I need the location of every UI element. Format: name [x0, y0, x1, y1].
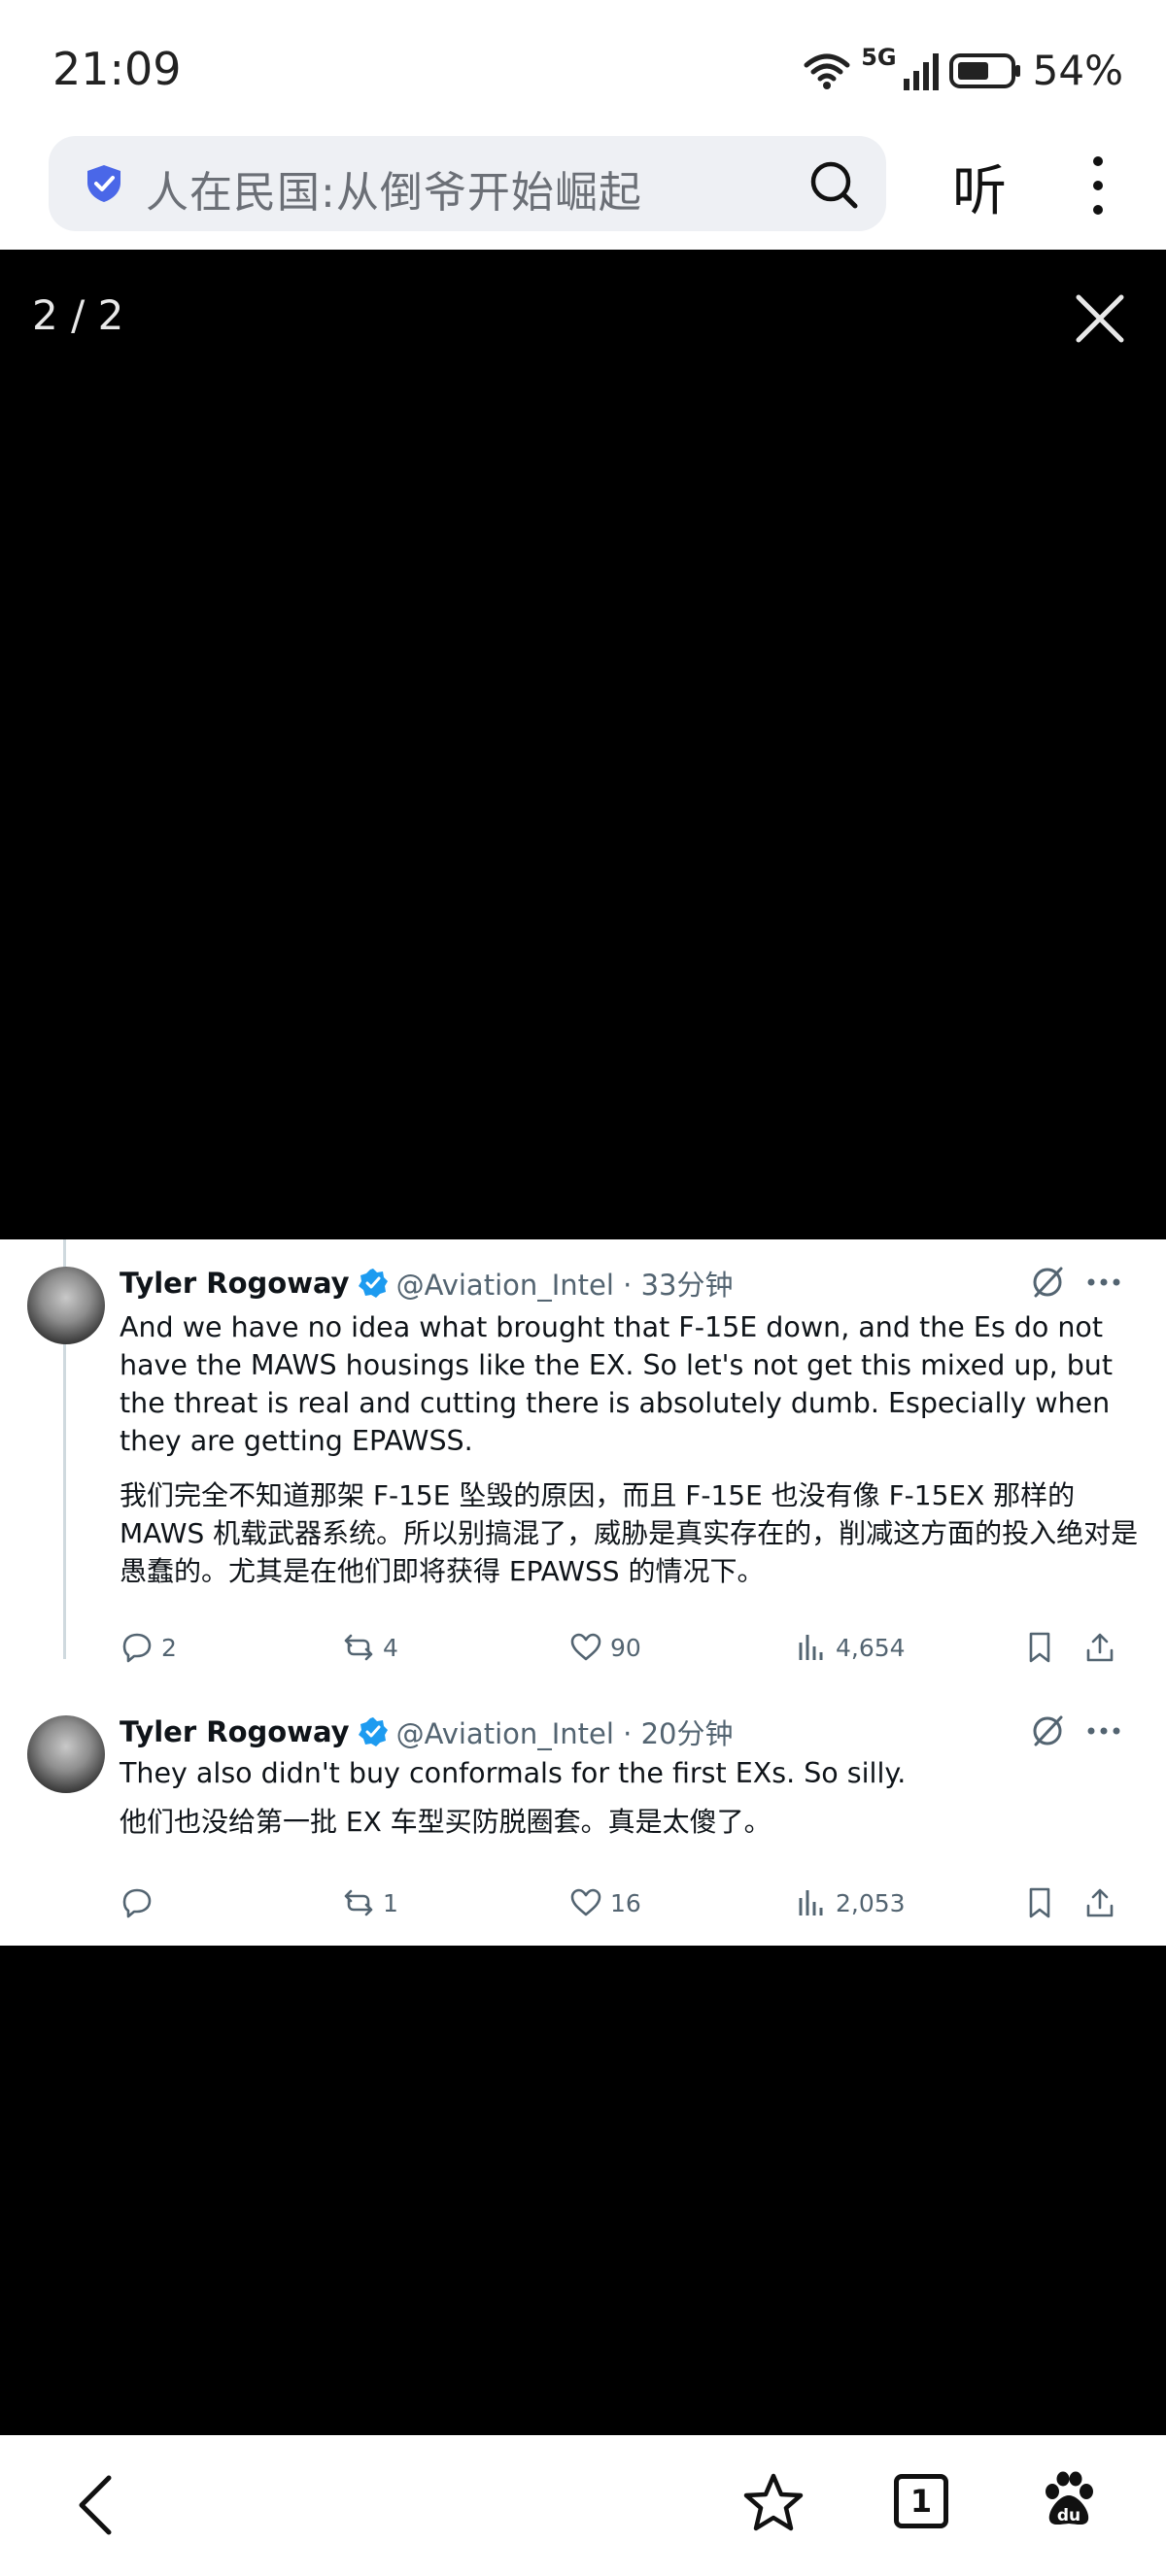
tweet-screenshot-image: Tyler Rogoway @Aviation_Intel · 33分钟 And…	[0, 1239, 1166, 1946]
author-name: Tyler Rogoway	[120, 1267, 350, 1300]
repost-icon	[344, 1634, 373, 1661]
back-icon[interactable]	[76, 2474, 115, 2536]
author-handle-time: @Aviation_Intel · 33分钟	[395, 1269, 734, 1302]
tweet-header: Tyler Rogoway @Aviation_Intel · 33分钟	[120, 1263, 734, 1304]
reply-icon	[122, 1633, 152, 1663]
view-count: 2,053	[836, 1888, 906, 1917]
listen-button[interactable]: 听	[952, 148, 1007, 226]
like-count: 16	[610, 1888, 641, 1917]
tabs-icon[interactable]: 1	[894, 2474, 948, 2528]
share-icon	[1086, 1888, 1114, 1917]
more-horizontal-icon	[1087, 1278, 1120, 1286]
status-bar: 21:09 5G 54%	[0, 0, 1166, 136]
more-horizontal-icon	[1087, 1727, 1120, 1735]
browser-toolbar: 人在民国:从倒爷开始崛起 听	[0, 126, 1166, 250]
tweet-text: They also didn't buy conformals for the …	[120, 1757, 907, 1789]
like-action: 16	[569, 1886, 641, 1919]
bookmark-icon	[1029, 1632, 1050, 1663]
repost-action: 4	[342, 1631, 398, 1664]
address-text[interactable]: 人在民国:从倒爷开始崛起	[146, 157, 642, 220]
reply-action	[120, 1886, 161, 1919]
avatar	[27, 1715, 105, 1793]
author-name: Tyler Rogoway	[120, 1715, 350, 1748]
share-icon	[1086, 1633, 1114, 1662]
tweet-actions: 2 4 90 4,654	[0, 1631, 1166, 1674]
verified-badge-icon	[358, 1269, 388, 1298]
reply-count: 2	[161, 1633, 177, 1662]
battery-icon	[948, 52, 1020, 88]
status-indicators: 5G 54%	[803, 43, 1123, 94]
shield-icon	[87, 165, 120, 202]
star-icon[interactable]	[742, 2472, 805, 2534]
page-counter: 2 / 2	[32, 291, 124, 339]
wifi-icon	[804, 53, 850, 89]
repost-count: 4	[383, 1633, 398, 1662]
baidu-paw-icon[interactable]: du	[1040, 2470, 1098, 2528]
avatar	[27, 1267, 105, 1344]
bookmark-icon	[1029, 1887, 1050, 1918]
repost-action: 1	[342, 1886, 398, 1919]
reply-icon	[122, 1888, 152, 1918]
address-bar[interactable]: 人在民国:从倒爷开始崛起	[49, 136, 886, 231]
grok-icon	[1033, 1267, 1063, 1298]
tweet-translation: 他们也没给第一批 EX 车型买防脱圈套。真是太傻了。	[120, 1806, 772, 1838]
author-handle-time: @Aviation_Intel · 20分钟	[395, 1717, 734, 1750]
views-action: 2,053	[795, 1886, 906, 1919]
network-type: 5G	[861, 43, 897, 71]
tab-count: 1	[909, 2483, 933, 2520]
grok-icon	[1033, 1715, 1063, 1746]
reply-action: 2	[120, 1631, 177, 1664]
view-count: 4,654	[836, 1633, 906, 1662]
signal-icon	[903, 52, 939, 90]
verified-badge-icon	[358, 1717, 388, 1746]
more-vertical-icon[interactable]	[1079, 152, 1117, 220]
svg-text:du: du	[1057, 2506, 1080, 2525]
like-count: 90	[610, 1633, 641, 1662]
heart-icon	[570, 1633, 601, 1661]
repost-count: 1	[383, 1888, 398, 1917]
image-viewer[interactable]: 2 / 2 Tyler Rogoway @Aviation_Intel · 33…	[0, 250, 1166, 2435]
views-action: 4,654	[795, 1631, 906, 1664]
close-icon[interactable]	[1073, 291, 1127, 346]
search-icon[interactable]	[808, 159, 859, 210]
battery-level: 54%	[1032, 47, 1123, 94]
heart-icon	[570, 1888, 601, 1916]
tweet-text: And we have no idea what brought that F-…	[120, 1311, 1114, 1457]
views-icon	[799, 1890, 823, 1915]
status-time: 21:09	[52, 43, 182, 95]
tweet-header: Tyler Rogoway @Aviation_Intel · 20分钟	[120, 1712, 734, 1752]
like-action: 90	[569, 1631, 641, 1664]
tweet-translation: 我们完全不知道那架 F-15E 坠毁的原因，而且 F-15E 也没有像 F-15…	[120, 1479, 1139, 1587]
repost-icon	[344, 1889, 373, 1916]
tweet-actions: 1 16 2,053	[0, 1886, 1166, 1929]
views-icon	[799, 1635, 823, 1660]
bottom-navigation: 1 du	[0, 2435, 1166, 2576]
